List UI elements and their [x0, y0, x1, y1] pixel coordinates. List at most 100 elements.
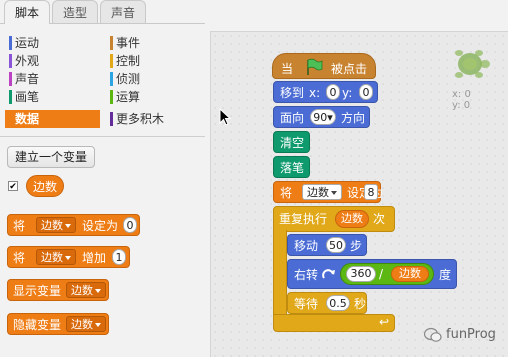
category-label: 运算: [116, 90, 141, 104]
category-events[interactable]: 事件: [106, 34, 201, 52]
x-input[interactable]: 0: [326, 84, 340, 100]
green-flag-icon: [307, 58, 323, 75]
block-text: 右转: [294, 268, 319, 282]
variable-dropdown[interactable]: 边数: [302, 184, 342, 200]
block-text: 将: [13, 219, 26, 233]
block-text: y:: [342, 86, 353, 100]
dropdown-caret-icon: [331, 191, 337, 195]
category-sensing[interactable]: 侦测: [106, 70, 201, 88]
category-color-bar: [9, 54, 12, 68]
category-sound[interactable]: 声音: [5, 70, 100, 88]
clear-block[interactable]: 清空: [273, 131, 310, 153]
category-more-blocks[interactable]: 更多积木: [106, 110, 201, 128]
category-color-bar: [9, 90, 12, 104]
variable-reporter[interactable]: 边数: [391, 266, 429, 282]
variable-reporter[interactable]: 边数: [335, 210, 369, 228]
divide-operator[interactable]: 360 / 边数: [340, 263, 434, 285]
block-text: 面向: [280, 111, 305, 125]
category-label: 控制: [116, 54, 141, 68]
block-text: 当: [281, 62, 294, 76]
when-flag-clicked-block[interactable]: 当 被点击: [272, 53, 376, 79]
category-color-bar: [9, 36, 12, 50]
turn-right-block[interactable]: 右转 360 / 边数 度: [287, 259, 457, 289]
block-text: 隐藏变量: [13, 318, 62, 332]
wechat-logo-icon: [424, 327, 442, 342]
steps-input[interactable]: 50: [326, 237, 346, 253]
variable-dropdown[interactable]: 边数: [36, 217, 76, 233]
variable-checkbox[interactable]: ✔: [8, 181, 18, 192]
block-text: 增加: [82, 251, 107, 265]
block-palette: 运动 外观 声音 画笔 数据 事件 控制 侦测 运算 更多积木 建立一个变量 ✔…: [0, 24, 205, 356]
block-text: 秒: [354, 297, 367, 311]
tab-sounds[interactable]: 声音: [100, 0, 146, 24]
category-data[interactable]: 数据: [5, 110, 100, 128]
dropdown-value: 边数: [307, 186, 329, 199]
sprite-x-readout: x: 0: [452, 89, 471, 100]
block-text: 等待: [294, 297, 319, 311]
move-steps-block[interactable]: 移动 50 步: [287, 234, 367, 256]
change-variable-block[interactable]: 将 边数 增加 1: [7, 246, 130, 268]
dropdown-caret-icon: [95, 289, 101, 293]
category-color-bar: [110, 54, 113, 68]
block-text: 度: [439, 268, 452, 282]
seconds-input[interactable]: 0.5: [326, 295, 350, 311]
point-in-direction-block[interactable]: 面向 90▾ 方向: [273, 106, 370, 128]
rotate-clockwise-icon: [322, 269, 335, 279]
block-text: 方向: [341, 111, 366, 125]
category-motion[interactable]: 运动: [5, 34, 100, 52]
variable-dropdown[interactable]: 边数: [36, 249, 76, 265]
sprite-y-readout: y: 0: [452, 100, 471, 111]
pen-down-block[interactable]: 落笔: [273, 156, 310, 178]
block-text: 将: [280, 186, 293, 200]
mouse-cursor-icon: [219, 108, 231, 126]
block-text: 步: [350, 239, 363, 253]
make-variable-button[interactable]: 建立一个变量: [7, 146, 95, 168]
block-text: x:: [309, 86, 321, 100]
category-color-bar: [110, 36, 113, 50]
wait-seconds-block[interactable]: 等待 0.5 秒: [287, 292, 367, 314]
variable-dropdown[interactable]: 边数: [66, 282, 106, 298]
loop-arrow-icon: ↩: [379, 315, 390, 329]
y-input[interactable]: 0: [359, 84, 373, 100]
value-input[interactable]: 1: [112, 249, 126, 265]
category-pen[interactable]: 画笔: [5, 88, 100, 106]
dropdown-value: 边数: [71, 284, 93, 297]
category-control[interactable]: 控制: [106, 52, 201, 70]
palette-divider: [0, 136, 205, 137]
dropdown-caret-icon: [95, 323, 101, 327]
go-to-xy-block[interactable]: 移到 x: 0 y: 0: [273, 81, 378, 103]
repeat-footer: [273, 314, 395, 332]
variable-dropdown[interactable]: 边数: [66, 316, 106, 332]
divide-symbol: /: [379, 267, 384, 281]
dropdown-value: 边数: [41, 251, 63, 264]
variable-reporter[interactable]: 边数: [26, 175, 64, 197]
category-color-bar: [110, 112, 113, 126]
set-variable-block[interactable]: 将 边数 设定为 8: [273, 181, 383, 203]
block-text: 重复执行: [279, 212, 328, 226]
block-text: 显示变量: [13, 284, 62, 298]
value-input[interactable]: 0: [123, 217, 137, 233]
show-variable-block[interactable]: 显示变量 边数: [7, 279, 109, 301]
tab-costumes[interactable]: 造型: [52, 0, 98, 24]
category-looks[interactable]: 外观: [5, 52, 100, 70]
block-text: 将: [13, 251, 26, 265]
value-input[interactable]: 8: [364, 184, 378, 200]
category-label: 外观: [15, 54, 40, 68]
direction-input[interactable]: 90▾: [310, 109, 336, 125]
category-operators[interactable]: 运算: [106, 88, 201, 106]
block-text: 移到: [280, 86, 305, 100]
category-color-bar: [110, 72, 113, 86]
block-text: 次: [373, 212, 386, 226]
category-label: 更多积木: [116, 112, 165, 126]
dividend-input[interactable]: 360: [346, 266, 376, 282]
tab-scripts[interactable]: 脚本: [4, 0, 50, 24]
set-variable-block[interactable]: 将 边数 设定为 0: [7, 214, 140, 236]
category-label: 画笔: [15, 90, 40, 104]
hide-variable-block[interactable]: 隐藏变量 边数: [7, 313, 109, 335]
category-color-bar: [110, 90, 113, 104]
category-label: 侦测: [116, 72, 141, 86]
dropdown-caret-icon: [65, 224, 71, 228]
block-text: 清空: [280, 136, 305, 150]
dropdown-value: 边数: [71, 318, 93, 331]
watermark-text: funProg: [446, 327, 496, 342]
